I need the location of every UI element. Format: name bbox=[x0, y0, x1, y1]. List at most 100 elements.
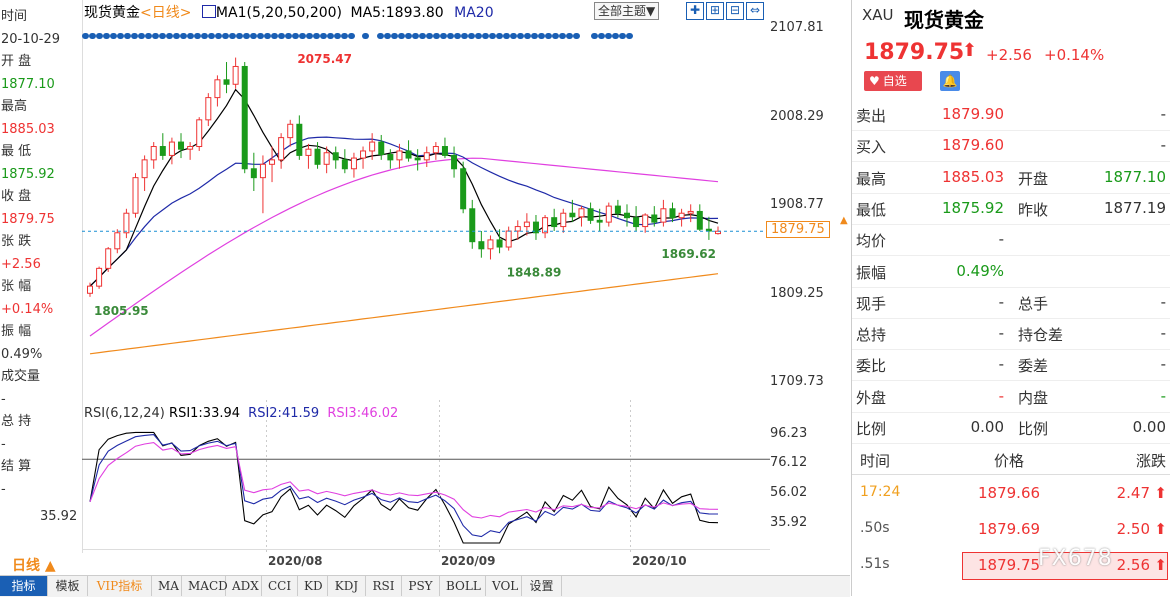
quote-value: - bbox=[998, 230, 1004, 249]
tick-header-time: 时间 bbox=[860, 452, 891, 470]
candle-body bbox=[441, 146, 448, 156]
toolbar-item[interactable]: BOLL bbox=[440, 576, 486, 596]
toolbar-item[interactable]: RSI bbox=[366, 576, 402, 596]
quote-row: 最高 1885.03 开盘 1877.10 bbox=[852, 162, 1170, 194]
current-price-label: 1879.75 bbox=[766, 221, 830, 239]
info-item: - bbox=[1, 481, 6, 497]
price-annotation: 1869.62 bbox=[661, 247, 716, 261]
toolbar-item[interactable]: KDJ bbox=[328, 576, 366, 596]
candle-body bbox=[669, 208, 676, 219]
candle-body bbox=[432, 146, 439, 154]
toolbar-item[interactable]: 设置 bbox=[522, 576, 562, 596]
rsi-axis-tick: 76.12 bbox=[770, 455, 808, 471]
quote-label: 总持 bbox=[856, 326, 887, 345]
toolbar-item[interactable]: PSY bbox=[402, 576, 440, 596]
quote-value: - bbox=[1160, 386, 1166, 405]
quote-row: 最低 1875.92 昨收 1877.19 bbox=[852, 193, 1170, 225]
candle-body bbox=[378, 141, 385, 156]
candle-body bbox=[642, 214, 649, 228]
candle-body bbox=[651, 214, 658, 223]
quote-label: 内盘 bbox=[1018, 388, 1049, 407]
info-item: 1875.92 bbox=[1, 166, 55, 182]
quote-label: 振幅 bbox=[856, 263, 887, 282]
info-item: 时间 bbox=[1, 9, 28, 24]
candle-body bbox=[614, 205, 621, 214]
toolbar-item[interactable]: VIP指标 bbox=[88, 576, 152, 596]
quote-value: 1885.03 bbox=[941, 167, 1004, 186]
candle-body bbox=[396, 150, 403, 161]
heart-icon: ♥ bbox=[869, 74, 880, 88]
toolbar-item[interactable]: VOL bbox=[486, 576, 522, 596]
candle-body bbox=[141, 159, 148, 179]
quote-row: 买入 1879.60 - bbox=[852, 130, 1170, 163]
ma20-line bbox=[89, 136, 719, 287]
info-item: 张 跌 bbox=[1, 234, 32, 249]
rsi2-line bbox=[89, 434, 719, 538]
symbol-code: XAU bbox=[862, 6, 894, 24]
candle-body bbox=[250, 168, 257, 179]
price-axis-tick: 1709.73 bbox=[770, 374, 824, 390]
toolbar-item[interactable]: MACD bbox=[182, 576, 228, 596]
toolbar-item[interactable]: 模板 bbox=[48, 576, 88, 596]
info-item: 1879.75 bbox=[1, 211, 55, 227]
quote-row: 振幅 0.49% bbox=[852, 256, 1170, 288]
info-item: 20-10-29 bbox=[1, 31, 61, 47]
quote-row: 现手 - 总手 - bbox=[852, 287, 1170, 319]
quote-value: - bbox=[1160, 105, 1166, 123]
favorite-label: 自选 bbox=[882, 74, 907, 88]
price-axis: 2107.81 2008.29 1908.77 1809.25 1709.73 96.23… bbox=[766, 0, 850, 553]
rsi-chart[interactable] bbox=[82, 424, 770, 549]
candle-body bbox=[496, 239, 503, 248]
candle-body bbox=[696, 210, 703, 230]
ma50-line bbox=[89, 157, 719, 337]
rsi-axis-tick: 35.92 bbox=[770, 514, 808, 530]
candle-body bbox=[278, 137, 285, 161]
candle-body bbox=[605, 205, 612, 223]
quote-value: - bbox=[998, 355, 1004, 374]
candle-body bbox=[269, 159, 276, 165]
candle-body bbox=[196, 119, 203, 148]
quote-label: 外盘 bbox=[856, 388, 887, 407]
info-item: 收 盘 bbox=[1, 189, 32, 204]
info-item: +0.14% bbox=[1, 301, 54, 317]
price-annotation: 1848.89 bbox=[507, 266, 562, 280]
favorite-button[interactable]: ♥ 自选 bbox=[864, 71, 922, 91]
toolbar-item[interactable]: KD bbox=[298, 576, 328, 596]
candle-body bbox=[259, 163, 266, 179]
candle-body bbox=[523, 221, 530, 228]
candle-body bbox=[633, 217, 640, 228]
quote-row: 比例 0.00 比例 0.00 bbox=[852, 412, 1170, 444]
candle-body bbox=[96, 267, 103, 287]
toolbar-item[interactable]: CCI bbox=[262, 576, 298, 596]
quote-label: 买入 bbox=[856, 138, 887, 157]
toolbar-item[interactable]: ADX bbox=[226, 576, 262, 596]
tick-row: .50s 1879.69 2.50 ⬆ bbox=[852, 518, 1170, 548]
price-chart[interactable]: 2075.47 1805.95 1848.89 1869.62 bbox=[82, 0, 770, 400]
rsi-axis-tick: 56.02 bbox=[770, 484, 808, 500]
info-item: 最 低 bbox=[1, 144, 32, 159]
candle-body bbox=[487, 239, 494, 250]
candle-body bbox=[423, 152, 430, 161]
period-button[interactable]: 日线 ▲ bbox=[12, 555, 56, 575]
candle-body bbox=[505, 230, 512, 248]
quote-value: 0.00 bbox=[970, 418, 1004, 436]
date-tick: 2020/10 bbox=[632, 554, 687, 568]
rsi-axis-value: 35.92 bbox=[40, 509, 78, 524]
tick-price: 1879.66 bbox=[978, 484, 1041, 502]
quote-label: 比例 bbox=[856, 420, 887, 438]
rsi3-label: RSI3:46.02 bbox=[327, 406, 399, 421]
quote-row: 外盘 - 内盘 - bbox=[852, 381, 1170, 413]
chart-area[interactable]: 现货黄金<日线> MA1(5,20,50,200) MA5:1893.80 MA… bbox=[82, 0, 770, 553]
rsi1-label: RSI1:33.94 bbox=[169, 406, 241, 421]
ma5-line bbox=[89, 88, 719, 287]
candle-body bbox=[596, 219, 603, 223]
alert-bell-icon[interactable]: 🔔 bbox=[940, 71, 960, 91]
tick-header-price: 价格 bbox=[994, 452, 1025, 470]
quote-label: 持仓差 bbox=[1018, 326, 1064, 345]
tick-price: 1879.75 bbox=[978, 556, 1041, 574]
tick-header: 时间 价格 涨跌 bbox=[852, 444, 1170, 475]
quote-row: 总持 - 持仓差 - bbox=[852, 318, 1170, 351]
candle-body bbox=[405, 150, 412, 159]
toolbar-item[interactable]: 指标 bbox=[0, 576, 48, 596]
toolbar-item[interactable]: MA bbox=[152, 576, 182, 596]
